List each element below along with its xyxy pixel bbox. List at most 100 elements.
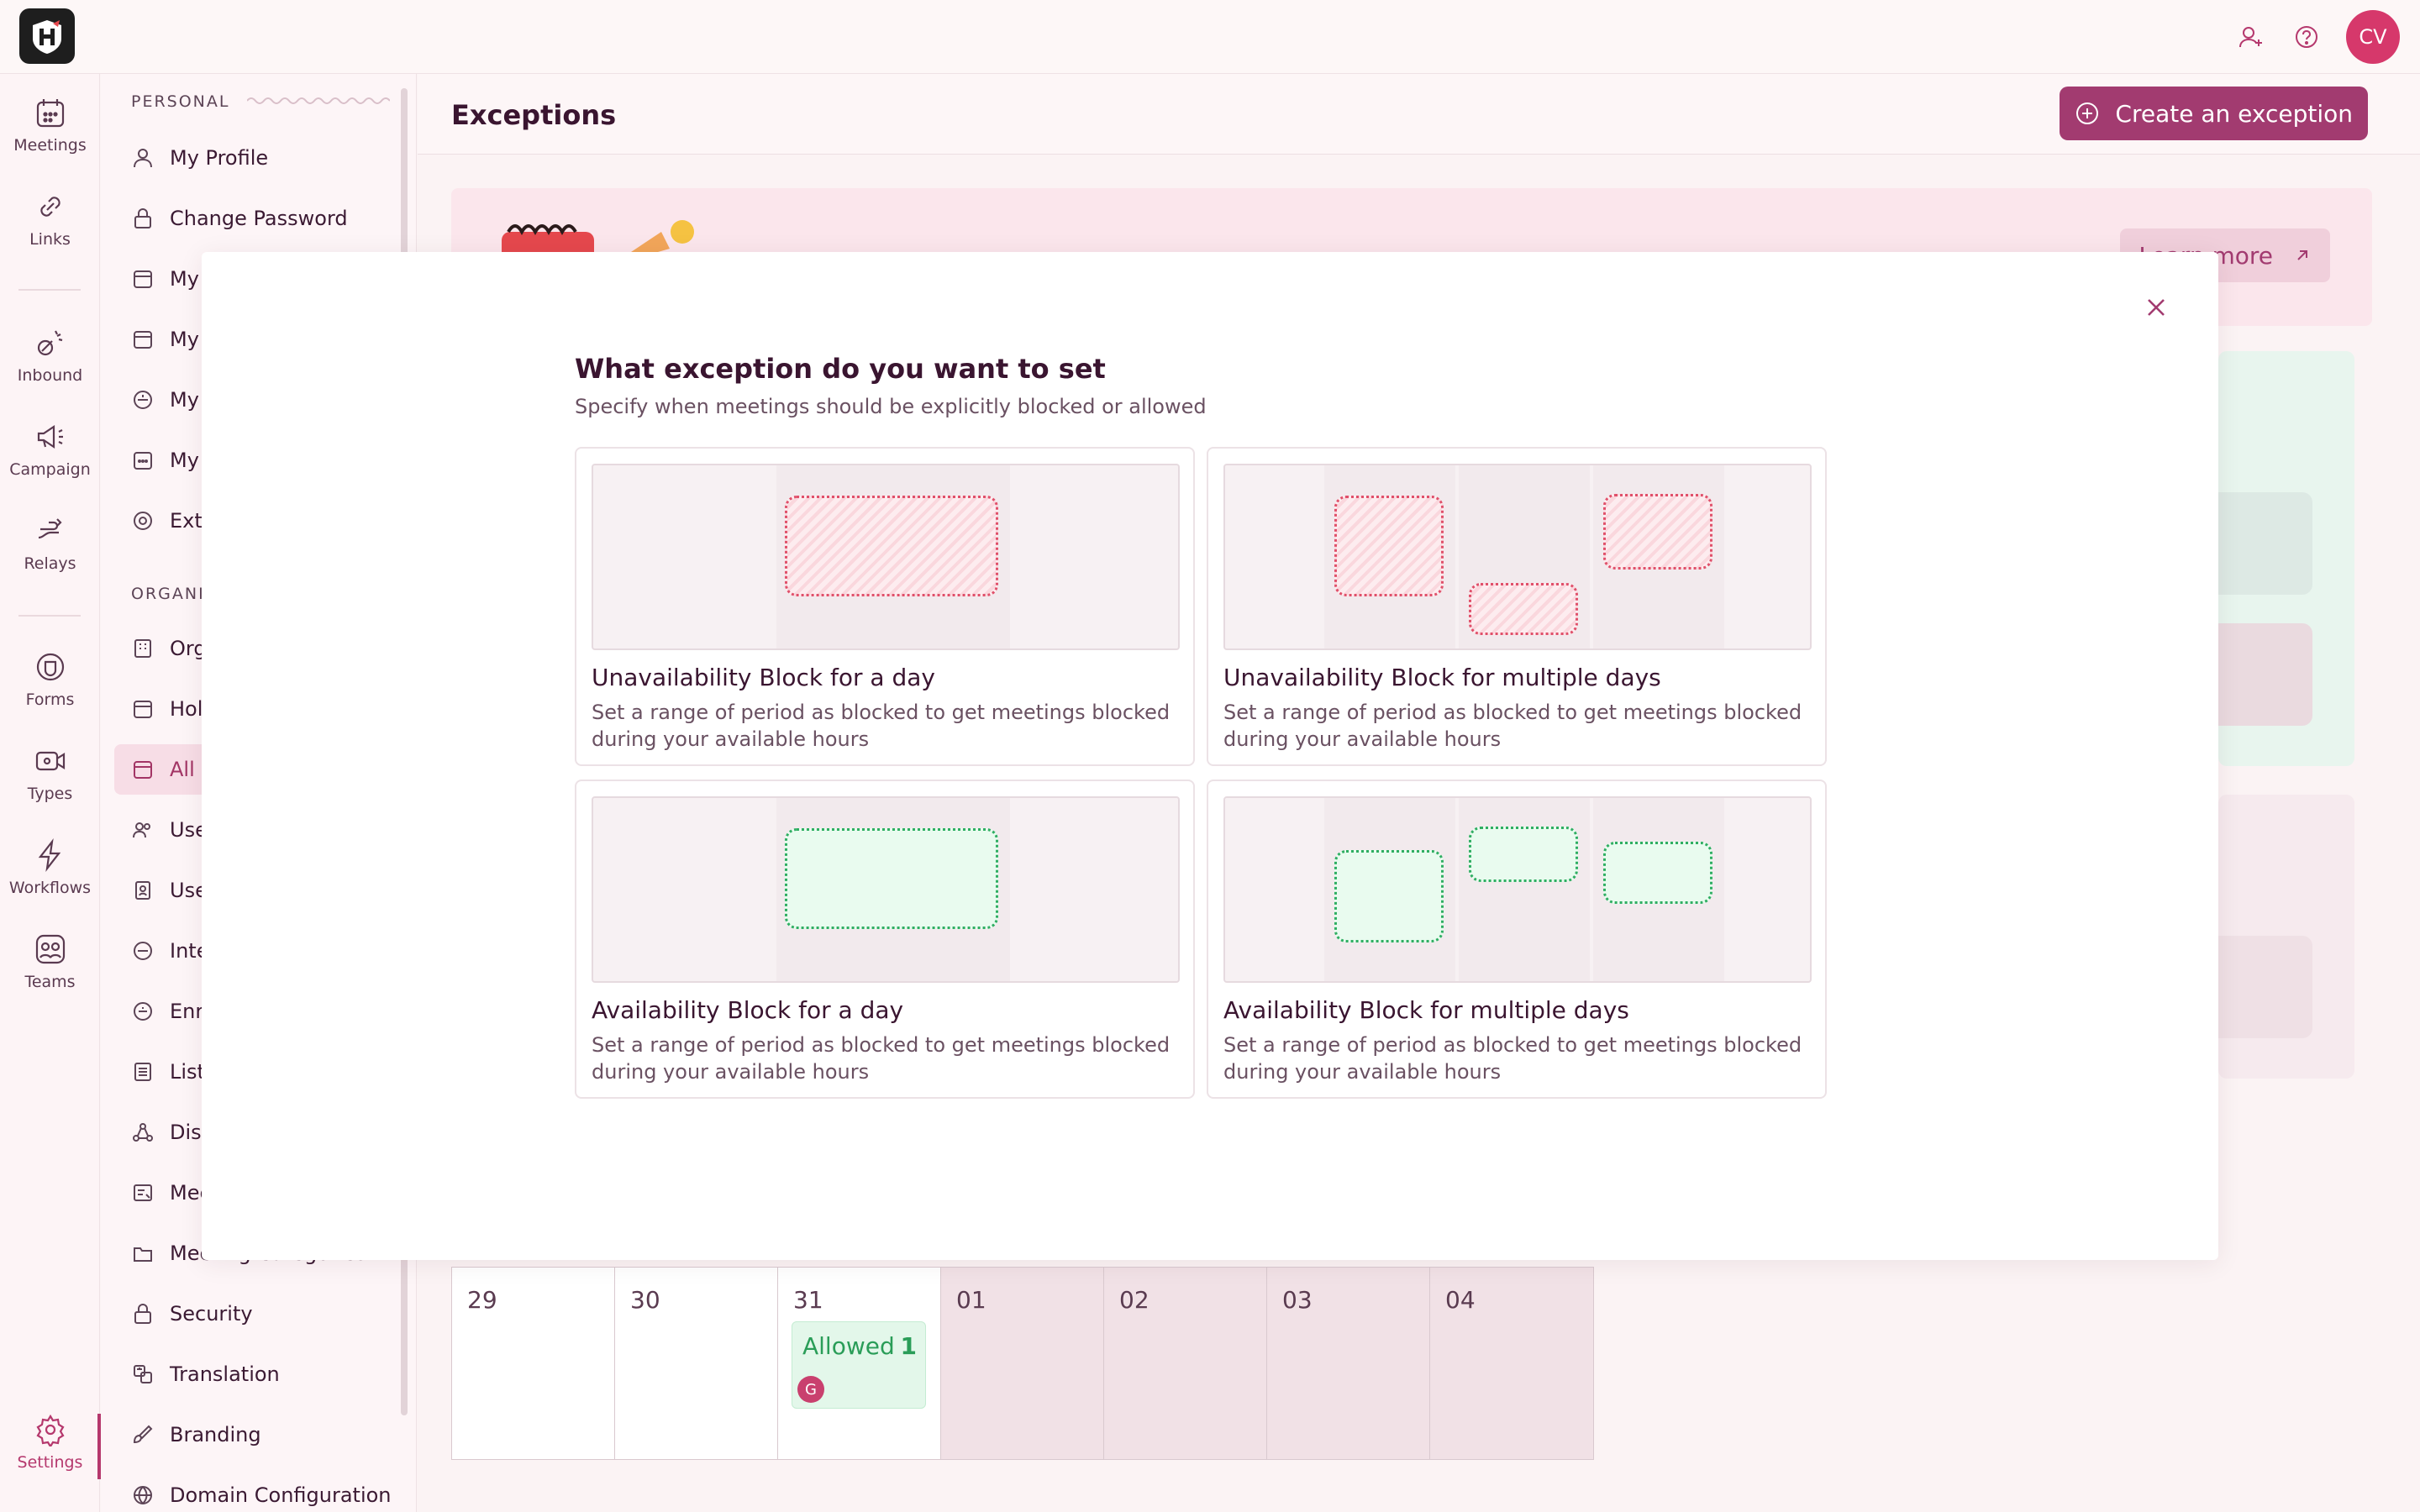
allowed-block — [1334, 850, 1444, 942]
allowed-label: Allowed — [802, 1332, 895, 1360]
rail-label: Links — [29, 230, 71, 249]
brush-icon — [131, 1423, 155, 1446]
team-icon — [35, 934, 65, 964]
calendar-day[interactable]: 31 Allowed 1 G — [778, 1268, 941, 1459]
wavy-divider — [245, 97, 391, 104]
video-icon — [35, 751, 65, 771]
enrich-icon — [131, 1000, 155, 1023]
logo-icon[interactable] — [19, 8, 75, 64]
translate-icon — [131, 1362, 155, 1386]
users-icon — [131, 818, 155, 842]
calendar-small-icon — [131, 328, 155, 351]
heading-text: PERSONAL — [131, 92, 230, 111]
sidebar-item-change-password[interactable]: Change Password — [114, 193, 400, 244]
calendar-day[interactable]: 03 — [1267, 1268, 1430, 1459]
calendar-day[interactable]: 29 — [452, 1268, 615, 1459]
day-number: 02 — [1119, 1286, 1150, 1314]
sidebar-item-label: Security — [170, 1302, 253, 1326]
option-availability-multiple[interactable]: Availability Block for multiple days Set… — [1207, 780, 1827, 1099]
sidebar-item-my-profile[interactable]: My Profile — [114, 133, 400, 183]
sidebar-item-security[interactable]: Security — [114, 1289, 400, 1339]
rail-item-links[interactable]: Links — [0, 190, 100, 249]
rail-item-meetings[interactable]: Meetings — [0, 96, 100, 155]
exception-type-modal: What exception do you want to set Specif… — [202, 252, 2218, 1260]
day-number: 03 — [1282, 1286, 1313, 1314]
option-description: Set a range of period as blocked to get … — [1223, 1033, 1802, 1084]
top-bar: CV — [0, 0, 2420, 74]
option-illustration — [1223, 464, 1812, 650]
rail-label: Meetings — [13, 136, 87, 155]
option-unavailability-multiple[interactable]: Unavailability Block for multiple days S… — [1207, 447, 1827, 766]
option-description: Set a range of period as blocked to get … — [592, 701, 1171, 751]
sidebar-item-label: My — [170, 388, 199, 412]
badge-icon — [131, 879, 155, 902]
calendar-day[interactable]: 02 — [1104, 1268, 1267, 1459]
allowed-block — [785, 828, 998, 929]
calendar-day[interactable]: 01 — [941, 1268, 1104, 1459]
rail-item-relays[interactable]: Relays — [0, 514, 100, 573]
modal-subtitle: Specify when meetings should be explicit… — [575, 395, 1207, 418]
rail-divider — [18, 289, 81, 291]
rail-label: Inbound — [17, 366, 83, 385]
modal-title: What exception do you want to set — [575, 353, 1106, 385]
option-title: Availability Block for a day — [592, 996, 904, 1024]
megaphone-icon — [37, 424, 63, 449]
meeting-icon — [131, 1181, 155, 1205]
availability-panel — [2218, 351, 2354, 766]
calendar-day[interactable]: 04 — [1430, 1268, 1593, 1459]
sidebar-item-label: Domain Configuration — [170, 1483, 392, 1507]
globe-icon — [131, 1483, 155, 1507]
page-title: Exceptions — [451, 99, 617, 131]
lightning-icon — [38, 838, 60, 872]
option-illustration — [1223, 796, 1812, 983]
sidebar-item-label: Change Password — [170, 207, 348, 230]
allowed-chip[interactable]: Allowed 1 G — [792, 1321, 926, 1409]
gear-icon — [35, 1414, 65, 1446]
help-icon[interactable] — [2291, 21, 2323, 53]
sidebar-heading-org: ORGANI — [131, 585, 205, 603]
create-exception-button[interactable]: Create an exception — [2060, 87, 2368, 140]
rail-item-types[interactable]: Types — [0, 744, 100, 803]
lock-icon — [131, 207, 155, 230]
rail-item-workflows[interactable]: Workflows — [0, 838, 100, 897]
user-avatar[interactable]: CV — [2346, 10, 2400, 64]
day-number: 01 — [956, 1286, 986, 1314]
avatar: G — [797, 1376, 824, 1403]
sidebar-item-branding[interactable]: Branding — [114, 1410, 400, 1460]
sidebar-item-domain-configuration[interactable]: Domain Configuration — [114, 1470, 400, 1512]
add-user-icon[interactable] — [2235, 21, 2267, 53]
rail-item-inbound[interactable]: Inbound — [0, 326, 100, 385]
option-availability-day[interactable]: Availability Block for a day Set a range… — [575, 780, 1195, 1099]
blocked-block — [1469, 583, 1578, 635]
option-illustration — [592, 796, 1180, 983]
option-description: Set a range of period as blocked to get … — [1223, 701, 1802, 751]
rail-item-forms[interactable]: Forms — [0, 650, 100, 709]
day-number: 29 — [467, 1286, 497, 1314]
folder-icon — [131, 1242, 155, 1265]
close-icon[interactable] — [2141, 292, 2171, 323]
sidebar-item-label: My — [170, 449, 199, 472]
allowed-block — [1469, 827, 1578, 882]
external-link-icon — [2297, 250, 2307, 260]
distribution-icon — [131, 1121, 155, 1144]
calendar-day[interactable]: 30 — [615, 1268, 778, 1459]
sidebar-heading-personal: PERSONAL — [131, 92, 391, 111]
option-unavailability-day[interactable]: Unavailability Block for a day Set a ran… — [575, 447, 1195, 766]
rail-item-campaign[interactable]: Campaign — [0, 420, 100, 479]
sidebar-item-label: My — [170, 328, 199, 351]
inbound-icon — [37, 330, 62, 356]
blocked-panel — [2218, 795, 2354, 1079]
option-description: Set a range of period as blocked to get … — [592, 1033, 1171, 1084]
allowed-count: 1 — [900, 1332, 917, 1360]
sidebar-item-label: My Profile — [170, 146, 269, 170]
sidebar-item-translation[interactable]: Translation — [114, 1349, 400, 1399]
rail-item-teams[interactable]: Teams — [0, 932, 100, 991]
rail-item-settings[interactable]: Settings — [0, 1413, 100, 1472]
calendar-small-icon — [131, 267, 155, 291]
sidebar-item-label: Enr — [170, 1000, 204, 1023]
user-icon — [131, 146, 155, 170]
integration-icon — [131, 388, 155, 412]
plus-circle-icon — [2076, 102, 2099, 124]
list-icon — [131, 1060, 155, 1084]
sidebar-item-label: Branding — [170, 1423, 261, 1446]
